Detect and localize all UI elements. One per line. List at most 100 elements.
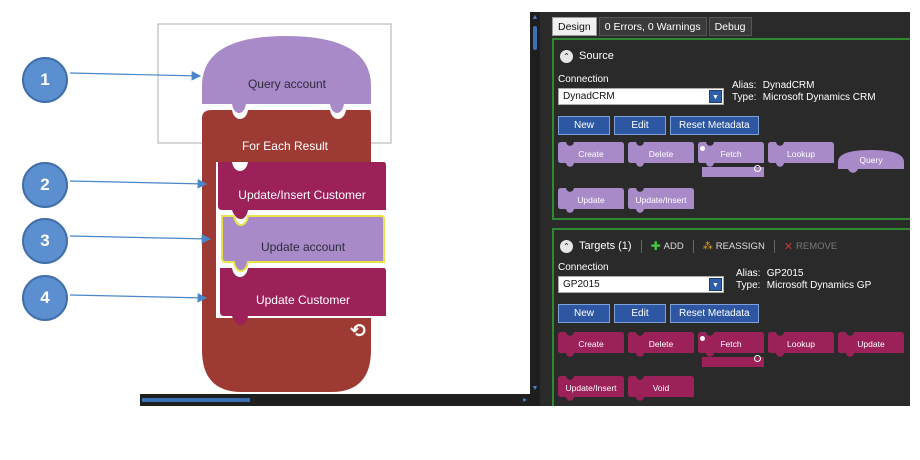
scroll-right-icon[interactable]: ▸: [523, 396, 527, 404]
op-label: Lookup: [787, 149, 815, 159]
scroll-down-icon[interactable]: ▼: [531, 385, 539, 392]
source-section: ⌃ Source Connection DynadCRM ▼ Alias: Dy…: [552, 38, 910, 220]
alias-key: Alias:: [736, 268, 761, 279]
screenshot-stage: Query account For Each Result Update/Ins…: [0, 0, 920, 460]
targets-connection-value: GP2015: [563, 279, 600, 290]
alias-key: Alias:: [732, 80, 757, 91]
op-label: Update: [577, 195, 605, 205]
source-buttons: New Edit Reset Metadata: [558, 116, 759, 135]
targets-title: Targets (1): [579, 240, 632, 252]
targets-meta: Alias: GP2015 Type: Microsoft Dynamics G…: [736, 268, 871, 292]
chevron-down-icon[interactable]: ▼: [709, 90, 722, 103]
callout-1: 1: [22, 57, 68, 103]
divider: [773, 239, 775, 253]
op-label: Delete: [648, 339, 674, 349]
foreach-label: For Each Result: [241, 139, 329, 153]
reassign-button[interactable]: ⁂ REASSIGN: [703, 241, 765, 252]
fetch-slot[interactable]: [702, 164, 764, 177]
op-label: Lookup: [787, 339, 815, 349]
collapse-icon[interactable]: ⌃: [560, 49, 573, 63]
callout-4: 4: [22, 275, 68, 321]
op-label: Void: [652, 383, 670, 393]
source-connection-select[interactable]: DynadCRM ▼: [558, 88, 724, 105]
source-op-query[interactable]: Query: [838, 148, 904, 173]
source-op-update-insert[interactable]: Update/Insert: [628, 188, 694, 213]
close-icon: ✕: [783, 240, 794, 253]
connector-dot[interactable]: [754, 355, 761, 362]
targets-op-lookup[interactable]: Lookup: [768, 332, 834, 357]
reload-icon[interactable]: ⟲: [348, 322, 368, 342]
source-new-button[interactable]: New: [558, 116, 610, 135]
query-account-label: Query account: [247, 77, 327, 91]
fetch-slot[interactable]: [702, 354, 764, 367]
op-label: Update/Insert: [565, 383, 617, 393]
targets-op-update[interactable]: Update: [838, 332, 904, 357]
update-insert-customer-label: Update/Insert Customer: [238, 188, 366, 202]
op-label: Fetch: [720, 149, 742, 159]
source-op-fetch[interactable]: Fetch: [698, 142, 764, 167]
op-label: Update: [857, 339, 885, 349]
chevron-down-icon[interactable]: ▼: [709, 278, 722, 291]
reassign-icon: ⁂: [702, 240, 713, 252]
source-header: ⌃ Source: [560, 48, 614, 64]
source-op-delete[interactable]: Delete: [628, 142, 694, 167]
op-label: Delete: [648, 149, 674, 159]
targets-op-void[interactable]: Void: [628, 376, 694, 401]
source-meta: Alias: DynadCRM Type: Microsoft Dynamics…: [732, 80, 876, 104]
properties-panel: ▲ ▼ Design 0 Errors, 0 Warnings Debug ⌃ …: [530, 12, 910, 406]
targets-connection-select[interactable]: GP2015 ▼: [558, 276, 724, 293]
type-key: Type:: [736, 280, 761, 291]
source-title: Source: [579, 50, 614, 62]
targets-op-fetch[interactable]: Fetch: [698, 332, 764, 357]
op-label: Update/Insert: [635, 195, 687, 205]
targets-type-value: Microsoft Dynamics GP: [766, 280, 872, 291]
source-edit-button[interactable]: Edit: [614, 116, 666, 135]
vertical-scrollbar[interactable]: ▲ ▼: [530, 12, 540, 406]
targets-op-create[interactable]: Create: [558, 332, 624, 357]
tab-errors[interactable]: 0 Errors, 0 Warnings: [598, 17, 707, 36]
op-label: Fetch: [720, 339, 742, 349]
update-customer-label: Update Customer: [255, 293, 351, 307]
divider: [692, 239, 694, 253]
op-label: Query: [859, 155, 883, 165]
source-op-lookup[interactable]: Lookup: [768, 142, 834, 167]
targets-header: ⌃ Targets (1) ✚ ADD ⁂ REASSIGN ✕ REMOVE: [560, 238, 837, 254]
tab-debug[interactable]: Debug: [708, 17, 752, 36]
source-connection-label: Connection: [558, 74, 609, 85]
targets-new-button[interactable]: New: [558, 304, 610, 323]
source-reset-metadata-button[interactable]: Reset Metadata: [670, 116, 759, 135]
source-alias-value: DynadCRM: [762, 80, 815, 91]
add-button[interactable]: ✚ ADD: [651, 239, 684, 253]
source-op-create[interactable]: Create: [558, 142, 624, 167]
reassign-label: REASSIGN: [715, 240, 765, 252]
source-type-value: Microsoft Dynamics CRM: [762, 92, 876, 103]
targets-reset-metadata-button[interactable]: Reset Metadata: [670, 304, 759, 323]
callout-3: 3: [22, 218, 68, 264]
connector-dot[interactable]: [754, 165, 761, 172]
add-label: ADD: [663, 240, 684, 252]
targets-section: ⌃ Targets (1) ✚ ADD ⁂ REASSIGN ✕ REMOVE Con…: [552, 228, 910, 406]
source-op-update[interactable]: Update: [558, 188, 624, 213]
targets-op-delete[interactable]: Delete: [628, 332, 694, 357]
op-label: Create: [578, 339, 604, 349]
divider: [640, 239, 642, 253]
targets-edit-button[interactable]: Edit: [614, 304, 666, 323]
remove-label: REMOVE: [796, 240, 838, 252]
vscroll-thumb[interactable]: [533, 26, 537, 50]
collapse-icon[interactable]: ⌃: [560, 239, 573, 253]
scrollbar-thumb[interactable]: [142, 398, 250, 402]
type-key: Type:: [732, 92, 757, 103]
callout-2: 2: [22, 162, 68, 208]
tab-bar: Design 0 Errors, 0 Warnings Debug: [552, 17, 752, 37]
horizontal-scrollbar[interactable]: ▸: [140, 394, 530, 406]
tab-design[interactable]: Design: [552, 17, 597, 36]
op-label: Create: [578, 149, 604, 159]
targets-buttons: New Edit Reset Metadata: [558, 304, 759, 323]
targets-op-update-insert[interactable]: Update/Insert: [558, 376, 624, 401]
plus-icon: ✚: [650, 239, 661, 253]
update-account-label: Update account: [260, 240, 346, 254]
targets-connection-label: Connection: [558, 262, 609, 273]
scroll-up-icon[interactable]: ▲: [531, 14, 539, 21]
targets-alias-value: GP2015: [766, 268, 804, 279]
remove-button[interactable]: ✕ REMOVE: [784, 240, 837, 253]
